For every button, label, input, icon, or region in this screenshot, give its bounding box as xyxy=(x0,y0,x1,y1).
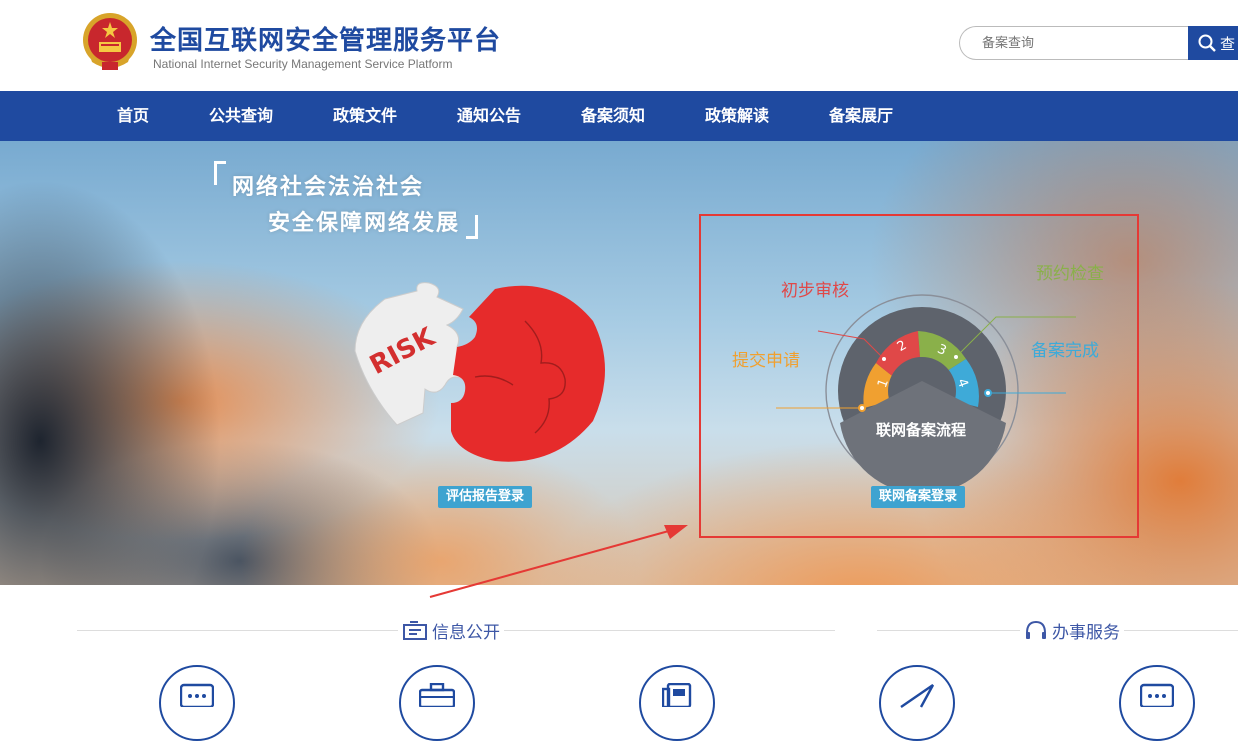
national-emblem-icon xyxy=(83,13,137,70)
slogan-line-1: 网络社会法治社会 xyxy=(232,175,425,200)
document-icon xyxy=(403,620,427,640)
section-title-info-public: 信息公开 xyxy=(398,618,504,643)
eval-report-login-button[interactable]: 评估报告登录 xyxy=(438,486,533,508)
info-item-2[interactable] xyxy=(399,665,475,741)
slogan-line-2: 安全保障网络发展 xyxy=(268,211,461,236)
nav-item-policy-documents[interactable]: 政策文件 xyxy=(333,91,397,141)
nav-item-filing-guide[interactable]: 备案须知 xyxy=(581,91,645,141)
message-icon xyxy=(1140,683,1174,707)
nav-item-notices[interactable]: 通知公告 xyxy=(457,91,521,141)
info-item-1[interactable] xyxy=(159,665,235,741)
search-button[interactable]: 查 xyxy=(1188,26,1238,60)
nav-item-home[interactable]: 首页 xyxy=(117,91,149,141)
section-title-info-public-label: 信息公开 xyxy=(432,623,500,643)
search-input[interactable] xyxy=(959,26,1189,60)
open-quote-bracket xyxy=(214,161,226,185)
service-item-1[interactable] xyxy=(879,665,955,741)
search-icon xyxy=(1198,34,1216,52)
section-title-services-label: 办事服务 xyxy=(1052,623,1120,643)
nav-item-public-query[interactable]: 公共查询 xyxy=(209,91,273,141)
highlight-box xyxy=(699,214,1139,538)
header: 全国互联网安全管理服务平台 National Internet Security… xyxy=(0,0,1238,91)
headset-icon xyxy=(1026,620,1046,639)
briefcase-icon xyxy=(419,683,455,707)
main-nav: 首页 公共查询 政策文件 通知公告 备案须知 政策解读 备案展厅 xyxy=(0,91,1238,141)
annotation-arrow-icon xyxy=(429,525,688,598)
close-quote-bracket xyxy=(466,215,478,239)
section-title-services: 办事服务 xyxy=(1020,618,1124,643)
news-icon xyxy=(662,683,692,707)
search-button-label: 查 xyxy=(1220,34,1236,53)
nav-item-policy-interpretation[interactable]: 政策解读 xyxy=(705,91,769,141)
nav-item-filing-showroom[interactable]: 备案展厅 xyxy=(829,91,893,141)
risk-puzzle-icon[interactable]: RISK xyxy=(345,281,615,471)
paper-plane-icon xyxy=(900,684,935,708)
site-title: 全国互联网安全管理服务平台 xyxy=(150,26,502,56)
service-item-2[interactable] xyxy=(1119,665,1195,741)
chat-icon xyxy=(180,683,214,707)
site-subtitle: National Internet Security Management Se… xyxy=(153,57,453,71)
info-item-3[interactable] xyxy=(639,665,715,741)
